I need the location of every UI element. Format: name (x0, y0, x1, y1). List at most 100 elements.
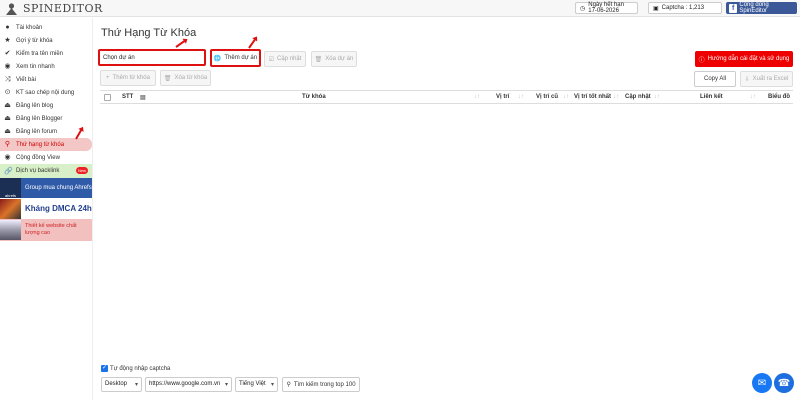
sort-icon[interactable]: ↓↑ (613, 94, 619, 100)
globe-icon: 🌐 (213, 55, 222, 62)
sidebar-item-backlink[interactable]: 🔗 Dịch vụ backlink New (0, 164, 92, 178)
sort-icon[interactable]: ↓↑ (654, 94, 660, 100)
auto-captcha-checkbox[interactable]: ✓ Tự động nhập captcha (101, 365, 170, 372)
dmca-banner[interactable]: Kháng DMCA 24h (0, 198, 92, 219)
checkbox-checked-icon: ✓ (101, 365, 108, 372)
website-banner[interactable]: Thiết kế website chất lượng cao (0, 219, 92, 241)
auto-captcha-label: Tự động nhập captcha (110, 365, 171, 372)
export-label: Xuất ra Excel (752, 76, 789, 82)
col-keyword[interactable]: Từ khóa (302, 94, 326, 100)
sidebar-item-label: KT sao chép nội dung (16, 89, 75, 96)
clock-icon: ◷ (580, 5, 586, 12)
copy-check-icon: ⊙ (4, 89, 11, 96)
star-icon: ★ (4, 37, 11, 44)
sidebar-item-label: Tài khoản (16, 24, 43, 31)
facebook-icon: f (729, 3, 738, 13)
ahrefs-thumb-text: ahrefs (4, 193, 17, 198)
sidebar-item-label: Gợi ý từ khóa (16, 37, 53, 44)
search-icon: ⚲ (4, 141, 11, 148)
sidebar-item-domain-check[interactable]: ✔ Kiểm tra tên miền (0, 47, 92, 60)
col-position[interactable]: Vị trí (496, 94, 509, 100)
add-keyword-label: Thêm từ khóa (112, 75, 150, 81)
sidebar-item-account[interactable]: ● Tài khoản (0, 21, 92, 34)
logo-icon (5, 2, 18, 15)
website-thumbnail (0, 220, 21, 240)
select-all-checkbox[interactable] (104, 94, 111, 101)
col-updated[interactable]: Cập nhật (625, 94, 651, 100)
check-icon: ✔ (4, 50, 11, 57)
dmca-thumbnail (0, 198, 21, 219)
sidebar-item-label: Thứ hạng từ khóa (16, 141, 65, 148)
top-bar: SPINEDITOR ◷ Ngày hết hạn 17-06-2026 ▣ C… (0, 0, 800, 17)
sidebar-item-quick-news[interactable]: ◉ Xem tin nhanh (0, 60, 92, 73)
expiry-badge: ◷ Ngày hết hạn 17-06-2026 (575, 2, 638, 14)
search-icon: ⚲ (286, 382, 291, 388)
delete-keyword-label: Xóa từ khóa (174, 75, 208, 81)
sidebar: ● Tài khoản ★ Gợi ý từ khóa ✔ Kiểm tra t… (0, 18, 93, 400)
sidebar-item-label: Viết bài (16, 76, 36, 83)
messenger-icon[interactable]: ✉ (752, 373, 772, 393)
sort-icon[interactable]: ↓↑ (563, 94, 569, 100)
sidebar-item-keyword-suggest[interactable]: ★ Gợi ý từ khóa (0, 34, 92, 47)
sidebar-item-community-view[interactable]: ◉ Cộng đồng View (0, 151, 92, 164)
copy-all-button[interactable]: Copy All (694, 71, 736, 87)
sort-icon[interactable]: ↓↑ (750, 94, 756, 100)
page-title: Thứ Hạng Từ Khóa (101, 27, 197, 39)
delete-project-label: Xóa dự án (325, 56, 354, 62)
website-banner-label: Thiết kế website chất lượng cao (25, 223, 77, 236)
search-top-button[interactable]: ⚲ Tìm kiếm trong top 100 (282, 377, 360, 392)
update-label: Cập nhật (277, 56, 302, 62)
guide-label: Hướng dẫn cài đặt và sử dụng (707, 56, 790, 62)
sidebar-item-post-blog[interactable]: ⏏ Đăng lên blog (0, 99, 92, 112)
search-top-label: Tìm kiếm trong top 100 (293, 381, 356, 388)
sidebar-item-label: Dịch vụ backlink (16, 168, 60, 174)
col-link[interactable]: Liên kết (700, 94, 723, 100)
delete-project-button[interactable]: 🗑 Xóa dự án (311, 51, 357, 67)
col-settings-icon[interactable]: ▤ (140, 94, 146, 101)
col-best-position[interactable]: Vị trí tốt nhất (574, 94, 611, 100)
device-select[interactable]: Desktop (101, 377, 142, 392)
sidebar-item-post-blogger[interactable]: ⏏ Đăng lên Blogger (0, 112, 92, 125)
copy-all-label: Copy All (703, 76, 726, 82)
annotation-arrow (248, 37, 257, 49)
sort-icon[interactable]: ↓↑ (474, 94, 480, 100)
link-icon: 🔗 (4, 167, 13, 175)
sidebar-item-write[interactable]: ⤨ Viết bài (0, 73, 92, 86)
sort-icon[interactable]: ↓↑ (518, 94, 524, 100)
language-select[interactable]: Tiếng Việt (235, 377, 278, 392)
add-project-button[interactable]: 🌐 Thêm dự án (210, 49, 261, 67)
user-icon: ● (5, 24, 10, 31)
sidebar-item-label: Đăng lên blog (16, 102, 54, 109)
annotation-arrow (175, 39, 187, 48)
table-header: STT ▤ Từ khóa ↓↑ Vị trí ↓↑ Vị trí cũ ↓↑ … (100, 90, 793, 104)
excel-icon: ⇩ (744, 76, 750, 83)
col-old-position[interactable]: Vị trí cũ (536, 94, 558, 100)
eye-icon: ◉ (4, 154, 11, 161)
update-button[interactable]: ☑ Cập nhật (264, 51, 306, 67)
col-chart[interactable]: Biểu đồ (768, 94, 790, 100)
guide-button[interactable]: ⓘ Hướng dẫn cài đặt và sử dụng (695, 51, 793, 67)
logo[interactable]: SPINEDITOR (5, 2, 103, 15)
sidebar-item-copy-check[interactable]: ⊙ KT sao chép nội dung (0, 86, 92, 99)
zalo-chat-icon[interactable]: ☎ (774, 373, 794, 393)
google-domain-select[interactable]: https://www.google.com.vn (145, 377, 232, 392)
ahrefs-banner-label: Group mua chung Ahrefs (25, 185, 92, 191)
sidebar-item-label: Cộng đồng View (16, 154, 60, 161)
project-select[interactable]: Chọn dự án (98, 49, 206, 66)
sidebar-item-label: Xem tin nhanh (16, 63, 55, 70)
trash-icon: 🗑 (314, 56, 323, 63)
add-project-label: Thêm dự án (224, 55, 258, 61)
facebook-community-button[interactable]: f Cộng đồng SpinEditor (726, 2, 797, 14)
add-keyword-button[interactable]: + Thêm từ khóa (100, 70, 156, 86)
export-excel-button[interactable]: ⇩ Xuất ra Excel (740, 71, 793, 87)
captcha-badge: ▣ Captcha : 1,213 (648, 2, 722, 14)
sidebar-item-keyword-rank[interactable]: ⚲ Thứ hạng từ khóa (0, 138, 92, 151)
sidebar-item-label: Kiểm tra tên miền (16, 50, 64, 57)
delete-keyword-button[interactable]: 🗑 Xóa từ khóa (160, 70, 211, 86)
ahrefs-banner[interactable]: ahrefs Group mua chung Ahrefs (0, 178, 92, 198)
upload-icon: ⏏ (4, 115, 11, 122)
plus-icon: + (106, 75, 110, 81)
col-stt[interactable]: STT (122, 94, 133, 100)
facebook-community-label: Cộng đồng SpinEditor (739, 2, 769, 14)
eye-icon: ◉ (4, 63, 11, 70)
